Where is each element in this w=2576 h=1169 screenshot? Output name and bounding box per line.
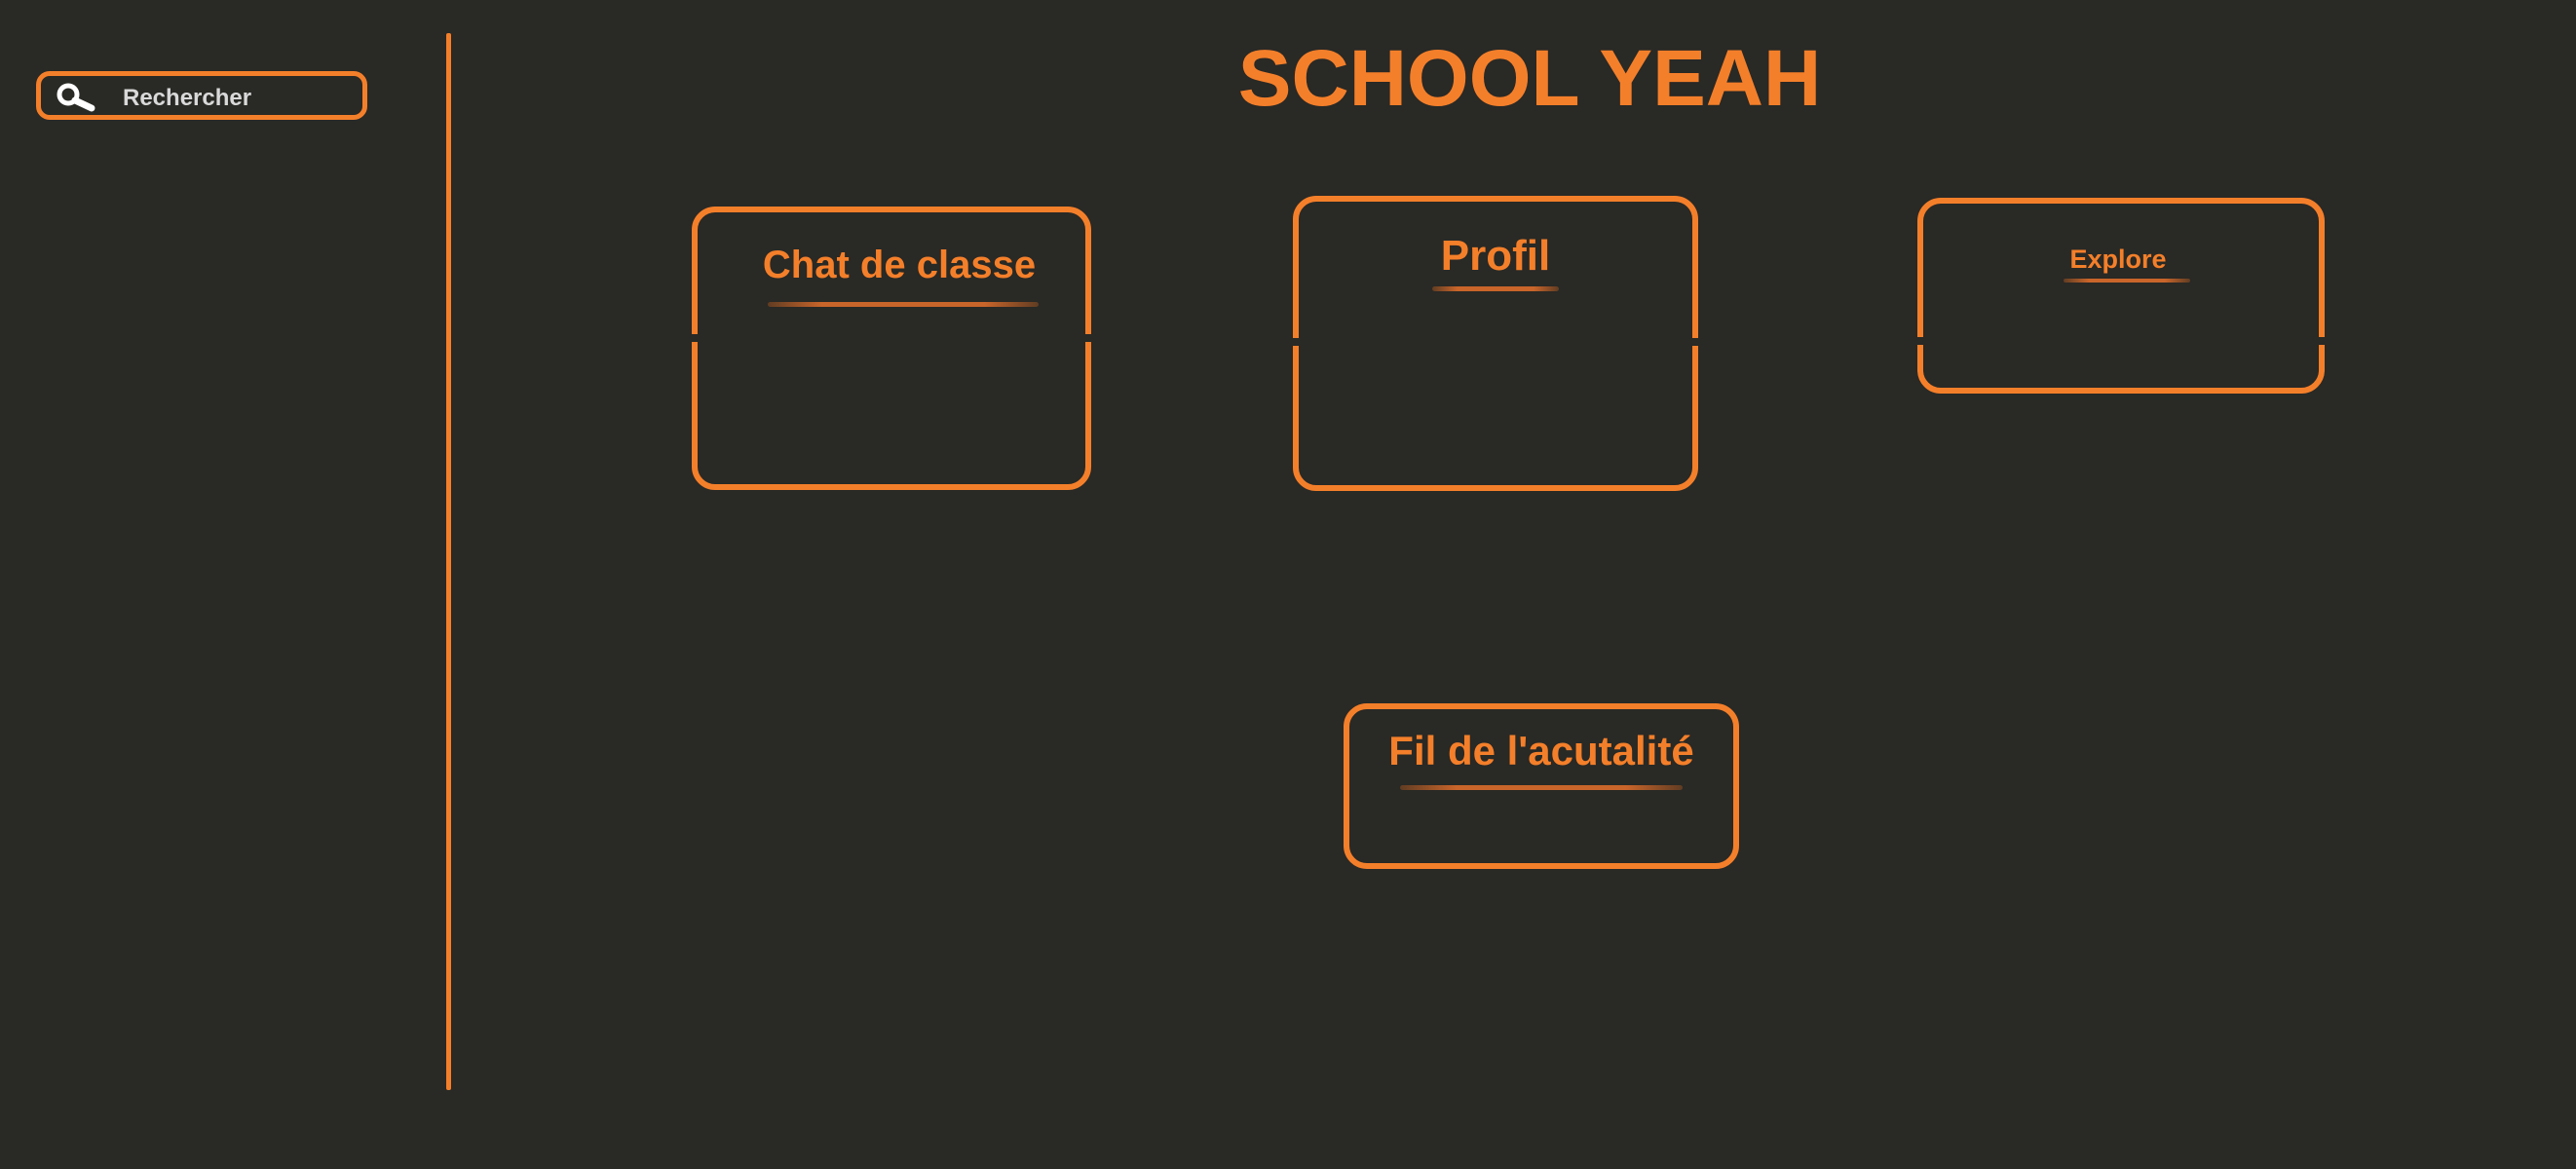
profile-card-notch-right — [1691, 338, 1699, 346]
page-title: SCHOOL YEAH — [1237, 34, 1822, 123]
sidebar-divider — [446, 33, 451, 1090]
chat-card-notch-left — [691, 334, 699, 342]
explore-card-underline — [2064, 279, 2190, 283]
search-box[interactable]: Rechercher — [36, 71, 367, 120]
chat-card-underline — [768, 302, 1039, 307]
explore-card-notch-left — [1916, 337, 1924, 345]
chat-card-notch-right — [1084, 334, 1092, 342]
news-feed-card-title: Fil de l'acutalité — [1388, 728, 1694, 773]
profile-card[interactable]: Profil — [1292, 196, 1699, 491]
profile-card-notch-left — [1292, 338, 1300, 346]
profile-card-title: Profil — [1440, 232, 1551, 280]
search-icon — [57, 83, 95, 112]
news-feed-card-underline — [1400, 785, 1683, 790]
news-feed-card[interactable]: Fil de l'acutalité — [1344, 703, 1739, 869]
explore-card-title: Explore — [2069, 245, 2167, 274]
search-label: Rechercher — [123, 85, 252, 111]
chat-card-title: Chat de classe — [762, 244, 1037, 286]
chat-card[interactable]: Chat de classe — [691, 207, 1092, 490]
profile-card-underline — [1432, 286, 1559, 291]
explore-card-notch-right — [2318, 337, 2326, 345]
explore-card[interactable]: Explore — [1916, 198, 2326, 394]
